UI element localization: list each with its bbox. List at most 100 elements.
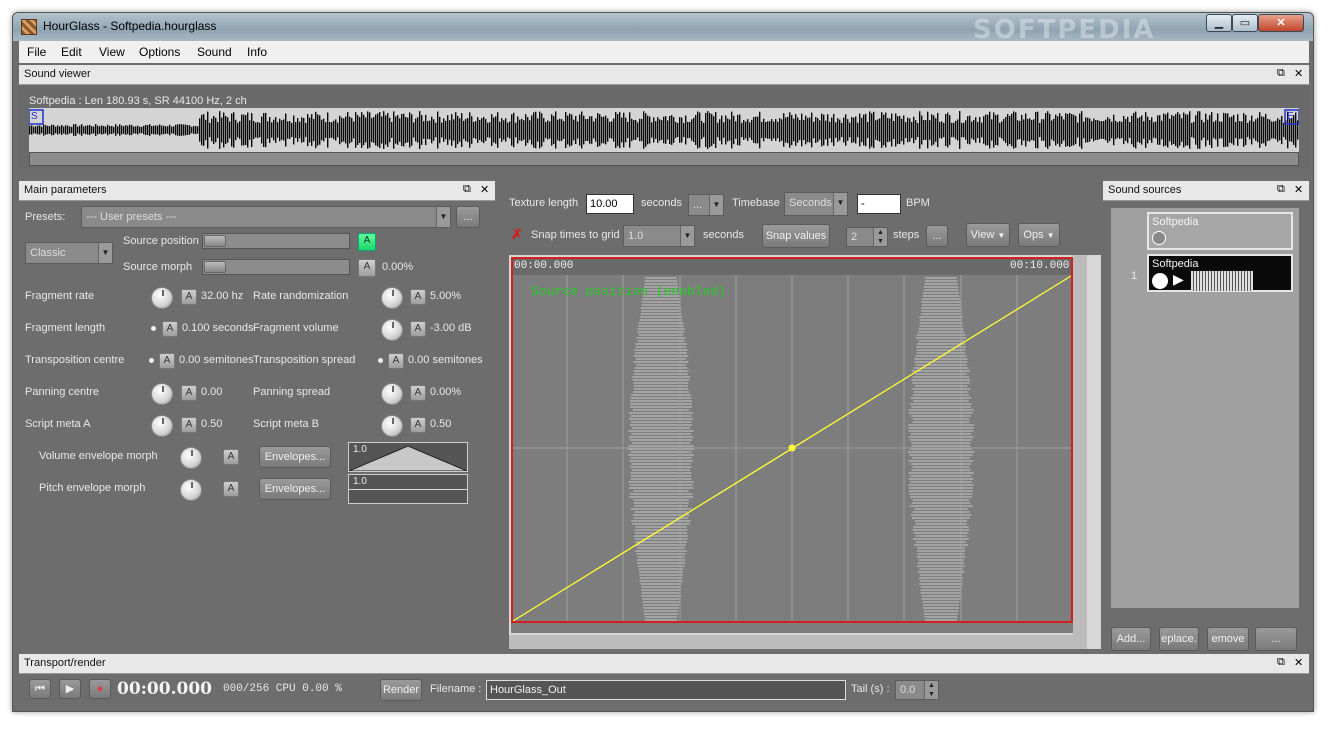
curve-vertical-scrollbar[interactable]: [1073, 255, 1087, 649]
source-morph-auto-button[interactable]: A: [358, 259, 376, 277]
waveform-bar: [634, 511, 688, 513]
transposition-spread-auto-button[interactable]: A: [388, 353, 404, 369]
rate-randomization-knob[interactable]: [381, 287, 403, 309]
panning-spread-knob[interactable]: [381, 383, 403, 405]
texture-length-input[interactable]: 10.00: [586, 194, 634, 214]
minimize-button[interactable]: ▁: [1206, 14, 1232, 32]
curve-horizontal-scrollbar[interactable]: [509, 635, 1087, 649]
undock-icon[interactable]: ⧉: [1277, 656, 1285, 669]
waveform-bar: [821, 113, 823, 147]
menu-file[interactable]: File: [27, 45, 46, 59]
texture-seconds-combo[interactable]: ... ▼: [688, 194, 724, 216]
transposition-centre-auto-button[interactable]: A: [159, 353, 175, 369]
fragment-length-auto-button[interactable]: A: [162, 321, 178, 337]
slider-thumb[interactable]: [204, 235, 226, 247]
source-more-button[interactable]: ...: [1255, 627, 1297, 651]
snap-values-button[interactable]: Snap values: [762, 224, 830, 248]
waveform-bar: [435, 122, 437, 138]
fragment-volume-auto-button[interactable]: A: [410, 321, 426, 337]
source-position-auto-button[interactable]: A: [358, 233, 376, 251]
render-button[interactable]: Render: [380, 679, 422, 701]
steps-more-button[interactable]: ...: [926, 225, 948, 247]
source-knob[interactable]: [1152, 273, 1168, 289]
script-meta-a-knob[interactable]: [151, 415, 173, 437]
add-source-button[interactable]: Add...: [1111, 627, 1151, 651]
ops-menu-button[interactable]: Ops ▼: [1018, 223, 1060, 247]
steps-spinbox[interactable]: 2 ▲ ▼: [846, 227, 888, 247]
rate-randomization-auto-button[interactable]: A: [410, 289, 426, 305]
maximize-button[interactable]: ▭: [1232, 14, 1258, 32]
script-meta-b-auto-button[interactable]: A: [410, 417, 426, 433]
volume-envelopes-button[interactable]: Envelopes...: [259, 446, 331, 468]
play-button[interactable]: ▶: [59, 679, 81, 699]
end-marker[interactable]: E: [1287, 111, 1294, 122]
menu-info[interactable]: Info: [247, 45, 267, 59]
pitch-envelope-auto-button[interactable]: A: [223, 481, 239, 497]
waveform-bar: [1115, 120, 1117, 140]
slider-thumb[interactable]: [204, 261, 226, 273]
play-icon[interactable]: ▶: [1173, 271, 1184, 288]
close-icon[interactable]: ✕: [1294, 183, 1303, 196]
presets-combo[interactable]: --- User presets --- ▼: [81, 206, 451, 228]
source-morph-slider[interactable]: [202, 259, 350, 275]
fragment-rate-knob[interactable]: [151, 287, 173, 309]
source-knob[interactable]: [1152, 231, 1166, 245]
volume-envelope-auto-button[interactable]: A: [223, 449, 239, 465]
bpm-input[interactable]: -: [857, 194, 901, 214]
menu-sound[interactable]: Sound: [197, 45, 232, 59]
script-meta-a-auto-button[interactable]: A: [181, 417, 197, 433]
menu-edit[interactable]: Edit: [61, 45, 82, 59]
panning-centre-auto-button[interactable]: A: [181, 385, 197, 401]
panning-centre-knob[interactable]: [151, 383, 173, 405]
spin-arrows-icon[interactable]: ▲ ▼: [924, 681, 938, 699]
snap-checkbox[interactable]: ✗: [511, 226, 523, 243]
curve-editor-canvas[interactable]: [511, 257, 1073, 633]
record-button[interactable]: ●: [89, 679, 111, 699]
fragment-rate-auto-button[interactable]: A: [181, 289, 197, 305]
close-button[interactable]: ✕: [1258, 14, 1304, 32]
transposition-centre-knob[interactable]: [149, 358, 154, 363]
fragment-volume-knob[interactable]: [381, 319, 403, 341]
spin-arrows-icon[interactable]: ▲ ▼: [873, 228, 887, 246]
overview-scrollbar[interactable]: [29, 152, 1299, 166]
volume-envelope-preview[interactable]: 1.0: [348, 442, 468, 472]
waveform-bar: [207, 111, 209, 149]
undock-icon[interactable]: ⧉: [463, 183, 471, 196]
pitch-envelope-preview[interactable]: 1.0: [348, 474, 468, 504]
waveform-bar: [119, 124, 121, 136]
waveform-bar: [921, 307, 961, 309]
undock-icon[interactable]: ⧉: [1277, 67, 1285, 80]
close-icon[interactable]: ✕: [1294, 656, 1303, 669]
fragment-length-knob[interactable]: [151, 326, 156, 331]
mode-combo[interactable]: Classic ▼: [25, 242, 113, 264]
snap-combo[interactable]: 1.0 ▼: [623, 225, 695, 247]
list-item[interactable]: Softpedia ▶: [1147, 254, 1293, 292]
presets-more-button[interactable]: ...: [456, 206, 480, 228]
transposition-spread-knob[interactable]: [378, 358, 383, 363]
list-item[interactable]: Softpedia: [1147, 212, 1293, 250]
waveform-bar: [919, 568, 963, 570]
undock-icon[interactable]: ⧉: [1277, 183, 1285, 196]
filename-input[interactable]: HourGlass_Out: [486, 680, 846, 700]
tail-spinbox[interactable]: 0.0 ▲ ▼: [895, 680, 939, 700]
source-position-slider[interactable]: [202, 233, 350, 249]
remove-source-button[interactable]: emove: [1207, 627, 1249, 651]
rewind-button[interactable]: ⏮: [29, 679, 51, 699]
script-meta-b-knob[interactable]: [381, 415, 403, 437]
waveform-bar: [553, 115, 555, 145]
menu-options[interactable]: Options: [139, 45, 180, 59]
volume-envelope-knob[interactable]: [180, 447, 202, 469]
menu-view[interactable]: View: [99, 45, 125, 59]
replace-source-button[interactable]: eplace.: [1159, 627, 1199, 651]
waveform-bar: [287, 121, 289, 139]
waveform-overview[interactable]: [29, 108, 1299, 152]
close-icon[interactable]: ✕: [1294, 67, 1303, 80]
start-marker[interactable]: S: [31, 111, 38, 122]
pitch-envelope-knob[interactable]: [180, 479, 202, 501]
timebase-combo[interactable]: Seconds ▼: [784, 192, 848, 216]
view-menu-button[interactable]: View ▼: [966, 223, 1010, 247]
panning-spread-auto-button[interactable]: A: [410, 385, 426, 401]
waveform-bar: [630, 403, 692, 405]
pitch-envelopes-button[interactable]: Envelopes...: [259, 478, 331, 500]
close-icon[interactable]: ✕: [480, 183, 489, 196]
